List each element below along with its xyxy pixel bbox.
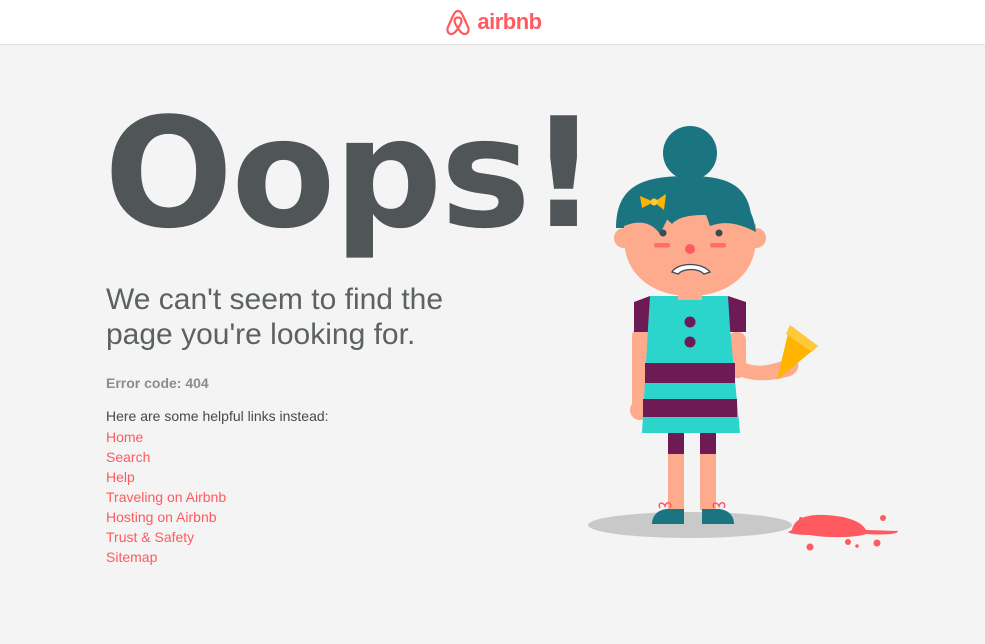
airbnb-belo-icon — [446, 9, 470, 36]
link-traveling[interactable]: Traveling on Airbnb — [106, 489, 226, 505]
list-item: Sitemap — [106, 548, 226, 568]
list-item: Help — [106, 468, 226, 488]
list-item: Home — [106, 428, 226, 448]
list-item: Trust & Safety — [106, 528, 226, 548]
list-item: Search — [106, 448, 226, 468]
list-item: Traveling on Airbnb — [106, 488, 226, 508]
sad-girl-dropped-ice-cream-icon — [588, 126, 898, 551]
link-trust-safety[interactable]: Trust & Safety — [106, 529, 194, 545]
link-hosting[interactable]: Hosting on Airbnb — [106, 509, 217, 525]
helpful-links-list: Home Search Help Traveling on Airbnb Hos… — [106, 428, 226, 568]
list-item: Hosting on Airbnb — [106, 508, 226, 528]
link-sitemap[interactable]: Sitemap — [106, 549, 157, 565]
link-search[interactable]: Search — [106, 449, 150, 465]
link-help[interactable]: Help — [106, 469, 135, 485]
top-bar: airbnb — [0, 0, 985, 45]
link-home[interactable]: Home — [106, 429, 143, 445]
links-intro: Here are some helpful links instead: — [106, 408, 329, 424]
logo-text: airbnb — [477, 9, 542, 34]
page-subtitle: We can't seem to find the page you're lo… — [106, 283, 444, 351]
airbnb-logo[interactable]: airbnb — [443, 7, 542, 37]
page-title: Oops! — [104, 85, 598, 262]
error-code: Error code: 404 — [106, 375, 209, 391]
